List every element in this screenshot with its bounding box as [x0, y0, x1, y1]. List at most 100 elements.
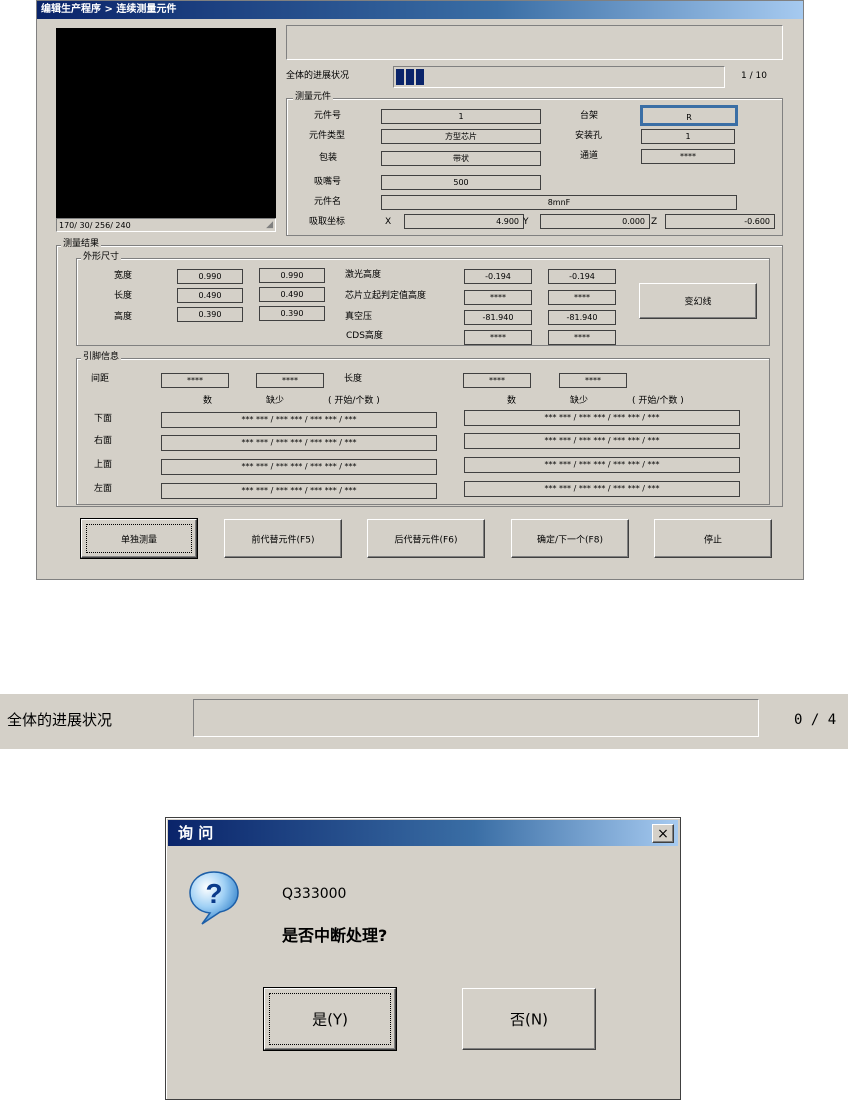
- package-field[interactable]: 带状: [381, 151, 541, 166]
- strip-count: 0 / 4: [794, 712, 837, 728]
- question-icon: ?: [189, 871, 239, 925]
- confirm-next-button[interactable]: 确定/下一个(F8): [511, 519, 629, 558]
- component-name-label: 元件名: [314, 197, 342, 207]
- rack-field[interactable]: R: [640, 105, 738, 126]
- lead-length-v1: ****: [463, 373, 531, 388]
- head-num-right: 数: [507, 396, 517, 406]
- mount-hole-field[interactable]: 1: [641, 129, 735, 144]
- component-number-label: 元件号: [314, 111, 342, 121]
- change-line-button[interactable]: 变幻线: [639, 283, 757, 319]
- laser-height-v1: -0.194: [464, 269, 532, 284]
- package-label: 包装: [319, 153, 338, 163]
- side-right-right: *** *** / *** *** / *** *** / ***: [464, 433, 740, 449]
- yes-label: 是(Y): [312, 1010, 348, 1029]
- chip-standup-label: 芯片立起判定值高度: [345, 291, 427, 301]
- side-bottom-label: 下面: [94, 414, 113, 424]
- dialog-code: Q333000: [282, 886, 347, 902]
- side-right-left: *** *** / *** *** / *** *** / ***: [161, 435, 437, 451]
- progress-bar: [393, 66, 725, 88]
- progress-count: 1 / 10: [741, 71, 767, 81]
- confirm-next-label: 确定/下一个(F8): [537, 535, 603, 545]
- nozzle-label: 吸嘴号: [314, 177, 342, 187]
- pickup-label: 吸取坐标: [309, 217, 346, 227]
- head-missing-left: 缺少: [266, 396, 285, 406]
- confirm-dialog: 询 问 × ? Q333000 是否中断处理? 是(Y) 否(N): [165, 817, 681, 1100]
- measure-window: 编辑生产程序 > 连续测量元件 170/ 30/ 256/ 240 ◢ 全体的进…: [36, 0, 804, 580]
- strip-label: 全体的进展状况: [7, 711, 113, 729]
- progress-segment: [416, 69, 424, 85]
- width-v2: 0.990: [259, 268, 325, 283]
- height-label: 高度: [114, 312, 133, 322]
- prev-substitute-button[interactable]: 前代替元件(F5): [224, 519, 342, 558]
- strip-progress-bar: [193, 699, 759, 737]
- camera-readout-bar: 170/ 30/ 256/ 240 ◢: [56, 218, 276, 232]
- pitch-v1: ****: [161, 373, 229, 388]
- progress-label: 全体的进展状况: [286, 71, 350, 81]
- next-substitute-button[interactable]: 后代替元件(F6): [367, 519, 485, 558]
- side-top-label: 上面: [94, 460, 113, 470]
- no-label: 否(N): [510, 1010, 548, 1029]
- component-name-field[interactable]: 8mnF: [381, 195, 737, 210]
- camera-readout: 170/ 30/ 256/ 240: [59, 221, 131, 230]
- head-missing-right: 缺少: [570, 396, 589, 406]
- no-button[interactable]: 否(N): [462, 988, 596, 1050]
- lead-length-label: 长度: [344, 374, 363, 384]
- vacuum-v2: -81.940: [548, 310, 616, 325]
- pickup-z-field[interactable]: -0.600: [665, 214, 775, 229]
- component-number-field[interactable]: 1: [381, 109, 541, 124]
- channel-field[interactable]: ****: [641, 149, 735, 164]
- single-measure-label: 单独测量: [120, 535, 157, 545]
- stop-label: 停止: [703, 535, 722, 545]
- resize-grip-icon: ◢: [266, 220, 273, 230]
- pickup-x-field[interactable]: 4.900: [404, 214, 524, 229]
- lead-length-v2: ****: [559, 373, 627, 388]
- component-group-label: 测量元件: [293, 92, 334, 103]
- side-left-right: *** *** / *** *** / *** *** / ***: [464, 481, 740, 497]
- next-substitute-label: 后代替元件(F6): [394, 535, 458, 545]
- dialog-message: 是否中断处理?: [282, 926, 388, 945]
- component-type-field[interactable]: 方型芯片: [381, 129, 541, 144]
- progress-strip: 全体的进展状况 0 / 4: [0, 694, 848, 749]
- pitch-label: 间距: [91, 374, 110, 384]
- head-open-right: ( 开始/个数 ): [632, 396, 684, 406]
- width-v1: 0.990: [177, 269, 243, 284]
- chip-standup-v1: ****: [464, 290, 532, 305]
- head-num-left: 数: [203, 396, 213, 406]
- dialog-close-button[interactable]: ×: [652, 824, 674, 843]
- stop-button[interactable]: 停止: [654, 519, 772, 558]
- length-label: 长度: [114, 291, 133, 301]
- leads-group-label: 引脚信息: [81, 352, 122, 363]
- progress-fill: [396, 69, 424, 85]
- channel-label: 通道: [580, 151, 599, 161]
- height-v2: 0.390: [259, 306, 325, 321]
- chip-standup-v2: ****: [548, 290, 616, 305]
- pickup-z-label: Z: [651, 217, 658, 227]
- vacuum-v1: -81.940: [464, 310, 532, 325]
- progress-segment: [396, 69, 404, 85]
- component-type-label: 元件类型: [309, 131, 346, 141]
- cds-height-v1: ****: [464, 330, 532, 345]
- side-right-label: 右面: [94, 436, 113, 446]
- side-top-right: *** *** / *** *** / *** *** / ***: [464, 457, 740, 473]
- side-left-left: *** *** / *** *** / *** *** / ***: [161, 483, 437, 499]
- close-icon: ×: [657, 825, 669, 842]
- svg-text:?: ?: [205, 878, 222, 909]
- pickup-y-label: Y: [523, 217, 529, 227]
- single-measure-button[interactable]: 单独测量: [80, 518, 198, 559]
- length-v2: 0.490: [259, 287, 325, 302]
- nozzle-field[interactable]: 500: [381, 175, 541, 190]
- side-top-left: *** *** / *** *** / *** *** / ***: [161, 459, 437, 475]
- vacuum-label: 真空压: [345, 312, 373, 322]
- progress-segment: [406, 69, 414, 85]
- pickup-x-label: X: [385, 217, 392, 227]
- laser-height-v2: -0.194: [548, 269, 616, 284]
- rack-label: 台架: [580, 111, 599, 121]
- side-bottom-right: *** *** / *** *** / *** *** / ***: [464, 410, 740, 426]
- head-open-left: ( 开始/个数 ): [328, 396, 380, 406]
- yes-button[interactable]: 是(Y): [263, 987, 397, 1051]
- height-v1: 0.390: [177, 307, 243, 322]
- message-box: [286, 25, 783, 60]
- length-v1: 0.490: [177, 288, 243, 303]
- change-line-button-label: 变幻线: [684, 297, 712, 308]
- pickup-y-field[interactable]: 0.000: [540, 214, 650, 229]
